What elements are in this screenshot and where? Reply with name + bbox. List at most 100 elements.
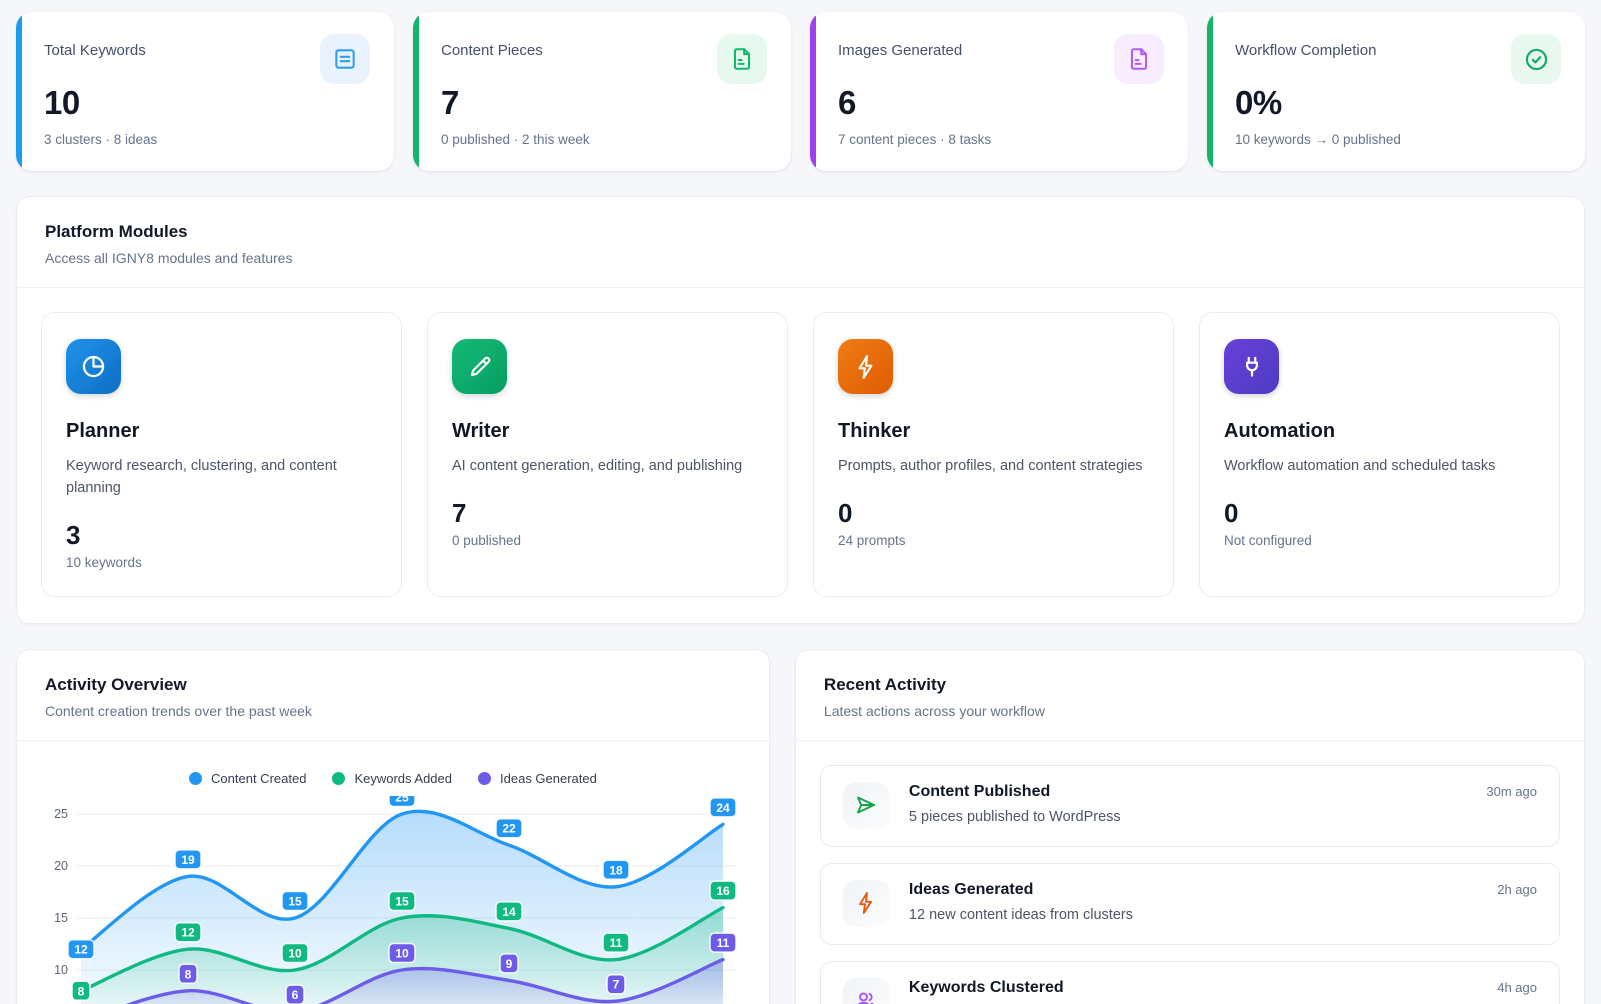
svg-text:22: 22 [502,821,516,835]
platform-modules-header: Platform Modules Access all IGNY8 module… [17,197,1584,288]
stat-label: Total Keywords [44,34,146,59]
stat-label: Content Pieces [441,34,543,59]
lightning-icon [843,880,890,927]
svg-text:15: 15 [54,911,68,925]
stat-sub: 7 content pieces · 8 tasks [838,132,1164,147]
module-card-automation[interactable]: Automation Workflow automation and sched… [1199,312,1560,597]
stat-label: Images Generated [838,34,962,59]
file-icon [1114,34,1164,84]
module-stat-label: Not configured [1224,533,1535,548]
activity-time: 30m ago [1486,784,1537,799]
activity-overview-header: Activity Overview Content creation trend… [17,650,769,741]
accent-bar [810,12,816,171]
users-icon [843,978,890,1004]
activity-item-content-published[interactable]: Content Published 30m ago 5 pieces publi… [820,765,1560,847]
recent-activity-panel: Recent Activity Latest actions across yo… [795,649,1585,1004]
module-stat-label: 10 keywords [66,555,377,570]
module-name: Writer [452,420,763,443]
activity-item-keywords-clustered[interactable]: Keywords Clustered 4h ago 45 keywords gr… [820,961,1560,1004]
chart-legend: Content Created Keywords Added Ideas Gener… [41,765,745,796]
module-stat: 0 [1224,498,1535,529]
svg-text:25: 25 [395,796,409,805]
activity-time: 4h ago [1497,980,1537,995]
activity-title: Content Published [909,783,1050,801]
svg-text:11: 11 [610,936,623,950]
svg-text:7: 7 [613,977,620,991]
legend-item[interactable]: Content Created [189,771,306,786]
stat-value: 0% [1235,84,1561,122]
dashboard: Total Keywords 10 3 clusters · 8 ideas C… [0,0,1601,1004]
stat-card-content-pieces: Content Pieces 7 0 published · 2 this we… [413,12,791,171]
module-stat: 3 [66,520,377,551]
module-card-thinker[interactable]: Thinker Prompts, author profiles, and co… [813,312,1174,597]
activity-chart-wrap: 510152025MonTueWedThuFriSatSun1219152522… [41,796,745,1004]
accent-bar [1207,12,1213,171]
svg-text:15: 15 [288,894,302,908]
section-title: Platform Modules [45,222,1556,242]
module-stat-label: 0 published [452,533,763,548]
file-icon [717,34,767,84]
activity-description: 12 new content ideas from clusters [909,907,1537,923]
pie-chart-icon [66,339,121,394]
svg-text:16: 16 [716,884,730,898]
svg-text:10: 10 [288,946,302,960]
section-title: Recent Activity [824,675,1556,695]
svg-text:10: 10 [395,946,409,960]
legend-dot [189,772,202,785]
document-icon [320,34,370,84]
svg-text:20: 20 [54,859,68,873]
stat-label: Workflow Completion [1235,34,1376,59]
stat-value: 6 [838,84,1164,122]
bottom-row: Activity Overview Content creation trend… [16,649,1585,1004]
stat-sub: 10 keywords → 0 published [1235,132,1561,147]
legend-item[interactable]: Keywords Added [332,771,452,786]
accent-bar [413,12,419,171]
stat-sub: 0 published · 2 this week [441,132,767,147]
legend-label: Content Created [211,771,306,786]
send-icon [843,782,890,829]
svg-text:14: 14 [502,904,516,918]
activity-title: Ideas Generated [909,881,1034,899]
svg-text:8: 8 [78,984,85,998]
svg-text:12: 12 [181,925,195,939]
activity-item-ideas-generated[interactable]: Ideas Generated 2h ago 12 new content id… [820,863,1560,945]
module-description: AI content generation, editing, and publ… [452,456,763,478]
stats-row: Total Keywords 10 3 clusters · 8 ideas C… [16,12,1585,171]
pencil-icon [452,339,507,394]
legend-label: Ideas Generated [500,771,597,786]
module-name: Thinker [838,420,1149,443]
section-subtitle: Access all IGNY8 modules and features [45,250,1556,266]
legend-item[interactable]: Ideas Generated [478,771,597,786]
module-card-planner[interactable]: Planner Keyword research, clustering, an… [41,312,402,597]
modules-grid: Planner Keyword research, clustering, an… [41,312,1560,597]
module-card-writer[interactable]: Writer AI content generation, editing, a… [427,312,788,597]
svg-text:18: 18 [609,863,623,877]
section-subtitle: Content creation trends over the past we… [45,703,741,719]
svg-text:24: 24 [716,800,730,814]
stat-card-images-generated: Images Generated 6 7 content pieces · 8 … [810,12,1188,171]
platform-modules-panel: Platform Modules Access all IGNY8 module… [16,196,1585,624]
module-description: Prompts, author profiles, and content st… [838,456,1149,478]
legend-label: Keywords Added [354,771,452,786]
activity-list: Content Published 30m ago 5 pieces publi… [820,765,1560,1004]
stat-value: 7 [441,84,767,122]
svg-text:19: 19 [181,852,195,866]
legend-dot [478,772,491,785]
section-subtitle: Latest actions across your workflow [824,703,1556,719]
stat-sub: 3 clusters · 8 ideas [44,132,370,147]
stat-card-total-keywords: Total Keywords 10 3 clusters · 8 ideas [16,12,394,171]
section-title: Activity Overview [45,675,741,695]
accent-bar [16,12,22,171]
svg-text:9: 9 [506,956,513,970]
svg-text:8: 8 [185,967,192,981]
plug-icon [1224,339,1279,394]
svg-text:15: 15 [395,894,409,908]
module-description: Keyword research, clustering, and conten… [66,456,377,500]
svg-text:11: 11 [717,936,730,950]
check-circle-icon [1511,34,1561,84]
recent-activity-header: Recent Activity Latest actions across yo… [796,650,1584,741]
module-name: Automation [1224,420,1535,443]
lightning-icon [838,339,893,394]
module-stat-label: 24 prompts [838,533,1149,548]
activity-description: 5 pieces published to WordPress [909,809,1537,825]
